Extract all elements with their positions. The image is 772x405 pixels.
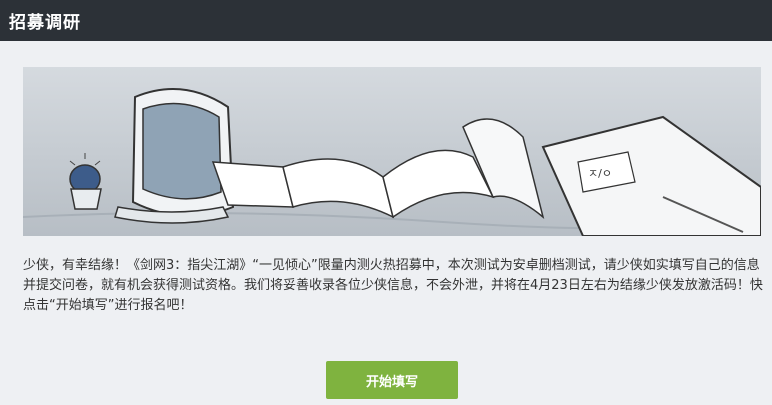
start-button-container: 开始填写 (326, 361, 458, 399)
start-fill-button[interactable]: 开始填写 (326, 361, 458, 399)
note-handwriting: ㅈ/ㅇ (588, 167, 612, 180)
intro-text: 少侠，有幸结缘！《剑网3：指尖江湖》“一见倾心”限量内测火热招募中，本次测试为安… (23, 258, 763, 313)
banner-illustration: ㅈ/ㅇ (23, 67, 761, 236)
page-header: 招募调研 (0, 0, 772, 41)
banner-artwork: ㅈ/ㅇ (23, 67, 761, 236)
main-content: ㅈ/ㅇ 少侠，有幸结缘！《剑网3：指尖江湖》“一见倾心”限量内测火热招募中，本次… (0, 41, 772, 316)
page-title: 招募调研 (9, 13, 81, 33)
